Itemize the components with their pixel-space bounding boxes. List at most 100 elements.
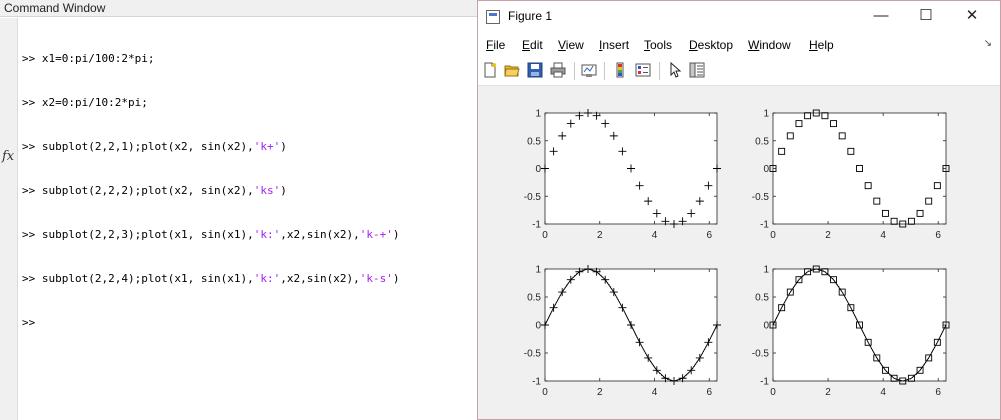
y-tick-label: -1 — [532, 220, 541, 231]
prompt: >> — [22, 316, 36, 329]
toolbar-separator — [604, 62, 605, 80]
subplot-axes[interactable]: 0 2 4 6 -1 -0.5 0 0.5 1 — [524, 265, 721, 399]
figure-canvas[interactable]: 0 2 4 6 -1 -0.5 0 0.5 1 0 2 4 6 -1 -0.5 0 0.5 1 0 2 4 6 -1 -0.5… — [478, 86, 1000, 419]
y-tick-label: 0.5 — [755, 136, 769, 147]
y-tick-label: 0.5 — [755, 293, 769, 304]
y-tick-label: 0.5 — [527, 293, 541, 304]
command-window[interactable]: Command Window fx >> x1=0:pi/100:2*pi; >… — [0, 0, 478, 420]
code-text: ,x2,sin(x2), — [280, 272, 360, 285]
menu-window[interactable]: Window — [748, 38, 791, 52]
prompt: >> — [22, 184, 36, 197]
y-tick-label: -1 — [760, 220, 769, 231]
y-tick-label: -1 — [760, 377, 769, 388]
command-line: >> subplot(2,2,4);plot(x1, sin(x1),'k:',… — [22, 270, 400, 288]
axes-box — [772, 112, 947, 225]
y-tick-label: -0.5 — [524, 192, 542, 203]
prompt: >> — [22, 52, 36, 65]
command-line: >> subplot(2,2,2);plot(x2, sin(x2),'ks') — [22, 182, 400, 200]
save-icon[interactable] — [527, 62, 543, 78]
maximize-button[interactable]: ☐ — [912, 5, 940, 27]
print-icon[interactable] — [550, 62, 566, 78]
new-figure-icon[interactable] — [482, 62, 498, 78]
x-tick-label: 4 — [652, 387, 658, 398]
code-text: subplot(2,2,1);plot(x2, sin(x2), — [41, 140, 254, 153]
y-tick-label: -0.5 — [752, 192, 770, 203]
x-tick-label: 2 — [597, 387, 603, 398]
y-tick-label: 1 — [535, 109, 541, 120]
menu-view[interactable]: View — [558, 38, 584, 52]
menu-insert[interactable]: Insert — [599, 38, 629, 52]
string-literal: 'k:' — [253, 228, 281, 241]
x-tick-label: 0 — [770, 230, 776, 241]
subplot-axes[interactable]: 0 2 4 6 -1 -0.5 0 0.5 1 — [752, 265, 950, 399]
string-literal: 'k+' — [253, 140, 281, 153]
x-tick-label: 6 — [706, 387, 712, 398]
x-tick-label: 2 — [597, 230, 603, 241]
menu-help[interactable]: Help — [809, 38, 834, 52]
prompt: >> — [22, 272, 36, 285]
figure-title: Figure 1 — [508, 9, 553, 23]
figure-titlebar[interactable]: Figure 1 — ☐ ✕ — [478, 1, 1000, 33]
menu-desktop[interactable]: Desktop — [689, 38, 733, 52]
command-line: >> subplot(2,2,3);plot(x1, sin(x1),'k:',… — [22, 226, 400, 244]
x-tick-label: 4 — [652, 230, 658, 241]
link-plot-icon[interactable] — [581, 62, 597, 78]
fx-icon[interactable]: fx — [2, 149, 14, 164]
code-text: ) — [280, 184, 287, 197]
figure-icon — [486, 10, 500, 24]
x-tick-label: 0 — [542, 230, 548, 241]
code-text: ) — [280, 140, 287, 153]
x-tick-label: 6 — [935, 230, 941, 241]
toolbar-separator — [659, 62, 660, 80]
string-literal: 'k-s' — [359, 272, 393, 285]
prompt: >> — [22, 140, 36, 153]
minimize-button[interactable]: — — [867, 5, 895, 27]
legend-icon[interactable] — [635, 62, 651, 78]
y-tick-label: -1 — [532, 377, 541, 388]
x-tick-label: 0 — [542, 387, 548, 398]
subplot-axes[interactable]: 0 2 4 6 -1 -0.5 0 0.5 1 — [524, 109, 721, 242]
y-tick-label: 0 — [763, 321, 769, 332]
x-tick-label: 6 — [935, 387, 941, 398]
x-tick-label: 2 — [825, 387, 831, 398]
command-window-title: Command Window — [0, 0, 478, 17]
prompt: >> — [22, 96, 36, 109]
subplots[interactable]: 0 2 4 6 -1 -0.5 0 0.5 1 0 2 4 6 -1 -0.5 0 0.5 1 0 2 4 6 -1 -0.5… — [478, 86, 1000, 419]
code-text: ) — [392, 272, 400, 285]
string-literal: 'k:' — [253, 272, 281, 285]
menu-edit[interactable]: Edit — [522, 38, 543, 52]
code-text: ) — [392, 228, 400, 241]
property-inspector-icon[interactable] — [689, 62, 705, 78]
x-tick-label: 6 — [706, 230, 712, 241]
open-file-icon[interactable] — [504, 62, 520, 78]
x-tick-label: 2 — [825, 230, 831, 241]
menu-tools[interactable]: Tools — [644, 38, 672, 52]
menu-file[interactable]: File — [486, 38, 505, 52]
y-tick-label: 1 — [535, 265, 541, 276]
code-text: subplot(2,2,2);plot(x2, sin(x2), — [41, 184, 254, 197]
close-button[interactable]: ✕ — [958, 5, 986, 27]
y-tick-label: 1 — [763, 109, 769, 120]
toolbar-separator — [574, 62, 575, 80]
command-line: >> x1=0:pi/100:2*pi; — [22, 50, 400, 68]
arrow-icon[interactable]: ↘ — [984, 38, 992, 49]
command-line: >> subplot(2,2,1);plot(x2, sin(x2),'k+') — [22, 138, 400, 156]
figure-window[interactable]: Figure 1 — ☐ ✕ File Edit View Insert Too… — [477, 0, 1001, 420]
command-window-gutter: fx — [0, 18, 18, 420]
subplot-axes[interactable]: 0 2 4 6 -1 -0.5 0 0.5 1 — [752, 109, 950, 242]
y-tick-label: 0 — [763, 164, 769, 175]
code-text: subplot(2,2,4);plot(x1, sin(x1), — [41, 272, 254, 285]
command-input-line[interactable]: >> — [22, 314, 400, 332]
code-text: subplot(2,2,3);plot(x1, sin(x1), — [41, 228, 254, 241]
command-history[interactable]: >> x1=0:pi/100:2*pi; >> x2=0:pi/10:2*pi;… — [22, 24, 400, 358]
x-tick-label: 4 — [880, 387, 886, 398]
colorbar-icon[interactable] — [612, 62, 628, 78]
figure-toolbar — [478, 57, 1000, 86]
y-tick-label: 0.5 — [527, 136, 541, 147]
x-tick-label: 0 — [770, 387, 776, 398]
y-tick-label: -0.5 — [752, 349, 770, 360]
menu-bar: File Edit View Insert Tools Desktop Wind… — [478, 33, 1000, 57]
y-tick-label: 1 — [763, 265, 769, 276]
code-text: ,x2,sin(x2), — [280, 228, 360, 241]
pointer-icon[interactable] — [667, 62, 683, 78]
